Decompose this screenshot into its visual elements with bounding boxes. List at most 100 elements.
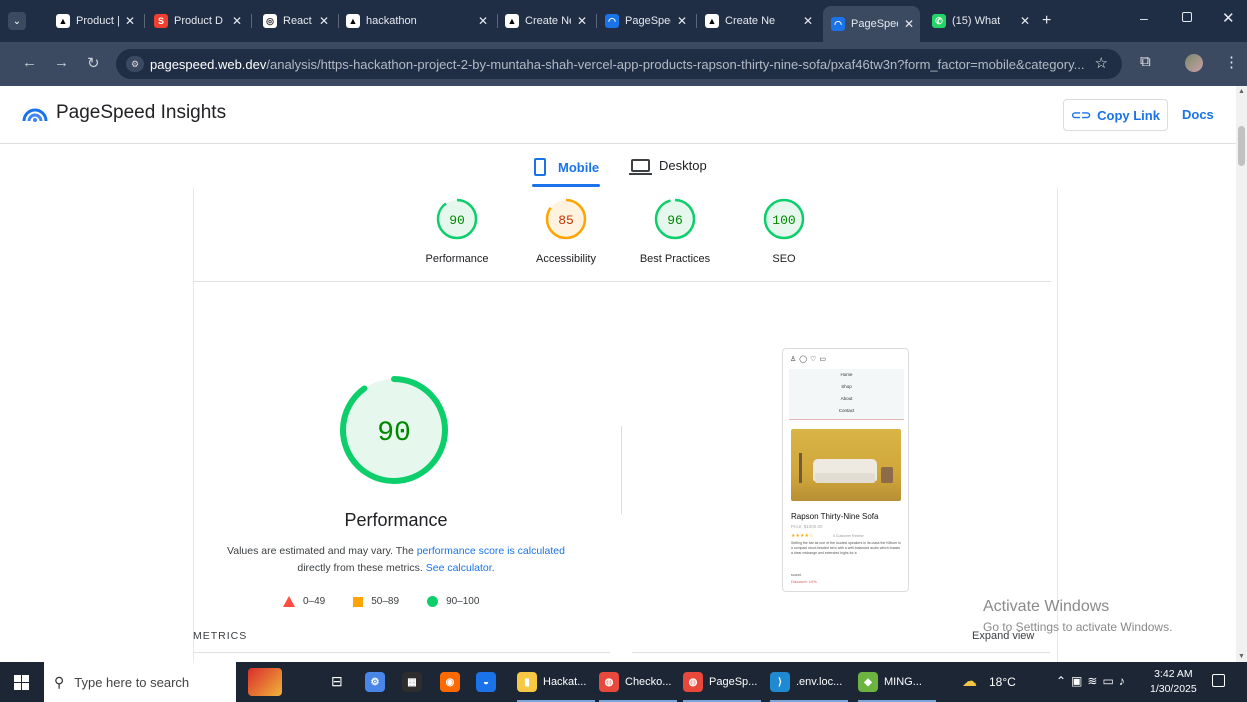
gauges-divider [193,281,1051,282]
vercel-triangle-icon: ▲ [705,14,719,28]
desc-text-1: Values are estimated and may vary. The [227,545,417,557]
close-tab-icon[interactable]: ✕ [1014,14,1036,28]
preview-sofa-image [791,429,901,501]
back-icon[interactable]: ← [22,54,37,71]
clock[interactable]: 3:42 AM 1/30/2025 [1150,667,1197,697]
score-gauge-accessibility[interactable]: 85 Accessibility [506,196,626,265]
taskbar-app[interactable]: ◆ MING... [858,662,940,702]
minimize-button[interactable]: – [1140,10,1148,26]
desc-text-2: directly from these metrics. [297,562,426,574]
browser-tab[interactable]: ▲ Create Ne ✕ [697,8,819,34]
browser-menu-icon[interactable]: ⋮ [1224,53,1239,71]
extensions-icon[interactable]: ⧉ [1140,53,1151,70]
square-icon [353,596,364,607]
preview-menu-item: Home [840,372,853,377]
browser-tab-label: Product | [76,15,119,27]
close-tab-icon[interactable]: ✕ [313,14,335,28]
edge-icon[interactable]: ◒ [476,672,496,692]
psi-logo[interactable]: PageSpeed Insights [22,102,226,124]
page-screenshot-preview[interactable]: ♙◯♡▭ Home Shop About Contact Rapson Thirty-… [782,348,909,592]
score-gauge-performance[interactable]: 90 Performance [397,196,517,265]
weather-temp[interactable]: 18°C [989,675,1016,689]
vertical-divider [621,426,622,514]
scrollbar-thumb[interactable] [1238,126,1245,166]
see-calculator-link[interactable]: See calculator. [426,562,495,574]
calendar-icon[interactable]: ▦ [402,672,422,692]
pinned-app-icon[interactable]: ⚙ [365,672,385,692]
page-scrollbar[interactable]: ▲ ▼ [1236,86,1247,662]
bookmark-star-icon[interactable]: ☆ [1095,54,1108,72]
watermark-line1: Activate Windows [983,598,1110,615]
clock-time: 3:42 AM [1154,668,1193,680]
close-tab-icon[interactable]: ✕ [671,14,693,28]
browser-tab[interactable]: S Product D ✕ [146,8,248,34]
browser-tab-label: Create Ne [725,15,776,27]
url-field[interactable]: ⚙ pagespeed.web.dev/analysis/https-hacka… [116,49,1122,79]
scroll-up-icon[interactable]: ▲ [1238,88,1245,95]
restore-button[interactable] [1182,12,1192,22]
taskbar-app[interactable]: ⟩ .env.loc... [770,662,852,702]
close-tab-icon[interactable]: ✕ [226,14,248,28]
start-button[interactable] [14,675,29,690]
address-bar-row: ← → ↻ ⚙ pagespeed.web.dev/analysis/https… [0,42,1247,86]
close-tab-icon[interactable]: ✕ [571,14,593,28]
preview-price: Price: $1000.00 [791,524,823,529]
browser-tab[interactable]: ▲ Create Ne ✕ [497,8,593,34]
taskbar-search-box[interactable]: ⚲ Type here to search [44,662,236,702]
browser-tab[interactable]: ◎ React dep✕ [255,8,335,34]
preview-menu-item: About [840,396,853,401]
browser-tab-label: PageSpee [625,15,671,27]
tab-search-button[interactable]: ⌄ [8,12,26,30]
tab-separator [144,14,145,28]
score-label: Best Practices [639,253,711,265]
browser-tab-label: hackathon [366,15,417,27]
tab-separator [251,14,252,28]
score-value: 85 [558,213,574,228]
task-view-icon[interactable]: ⊟ [331,673,343,690]
page-title: PageSpeed Insights [56,102,227,123]
url-domain: pagespeed.web.dev [150,56,267,72]
close-tab-icon[interactable]: ✕ [472,14,494,28]
docs-link[interactable]: Docs [1182,107,1214,122]
tab-desktop[interactable]: Desktop [629,158,707,175]
taskbar-app[interactable]: ▮ Hackat... [517,662,599,702]
gift-widget-icon[interactable] [248,668,282,696]
activate-windows-watermark: Activate Windows Go to Settings to activ… [983,598,1172,634]
score-value: 90 [449,213,465,228]
chrome-icon: ◍ [683,672,703,692]
score-gauge-best-practices[interactable]: 96 Best Practices [615,196,735,265]
browser-tab[interactable]: ▲ hackathon ✕ [338,8,494,34]
browser-tab[interactable]: ◠ PageSpee✕ [597,8,693,34]
preview-menu-item: Shop [841,384,852,389]
tab-mobile-label: Mobile [558,159,600,175]
score-label: Performance [425,253,489,265]
firefox-icon[interactable]: ◉ [440,672,460,692]
reload-icon[interactable]: ↻ [87,54,100,72]
close-tab-icon[interactable]: ✕ [797,14,819,28]
close-tab-icon[interactable]: ✕ [898,17,920,31]
browser-tab[interactable]: ▲ Product | ✕ [48,8,141,34]
forward-icon[interactable]: → [54,54,69,71]
tab-mobile[interactable]: Mobile [534,158,599,176]
notifications-icon[interactable] [1212,674,1225,687]
url-path: /analysis/https-hackathon-project-2-by-m… [266,56,1085,72]
circle-icon [427,596,439,607]
profile-avatar[interactable] [1185,54,1203,72]
preview-stars: ★★★★☆ [791,533,814,539]
weather-icon[interactable]: ☁ [962,672,977,690]
score-gauge-seo[interactable]: 100 SEO [724,196,844,265]
performance-score-link[interactable]: performance score is calculated [417,545,565,557]
taskbar-app[interactable]: ◍ Checko... [599,662,681,702]
site-info-icon[interactable]: ⚙ [126,56,144,72]
scroll-down-icon[interactable]: ▼ [1238,653,1245,660]
close-window-button[interactable]: ✕ [1222,9,1235,27]
taskbar-app[interactable]: ◍ PageSp... [683,662,765,702]
tray-icons[interactable]: ⌃▣≋▭♪ [1056,674,1130,688]
copy-link-button[interactable]: ⊂⊃ Copy Link [1063,99,1168,131]
browser-tab[interactable]: ◠ PageSpee✕ [823,6,920,42]
performance-score-value: 90 [377,418,411,449]
psi-header: PageSpeed Insights ⊂⊃ Copy Link Docs [0,86,1236,144]
close-tab-icon[interactable]: ✕ [119,14,141,28]
new-tab-button[interactable]: + [1042,12,1051,30]
browser-tab[interactable]: ✆ (15) What ✕ [924,8,1036,34]
